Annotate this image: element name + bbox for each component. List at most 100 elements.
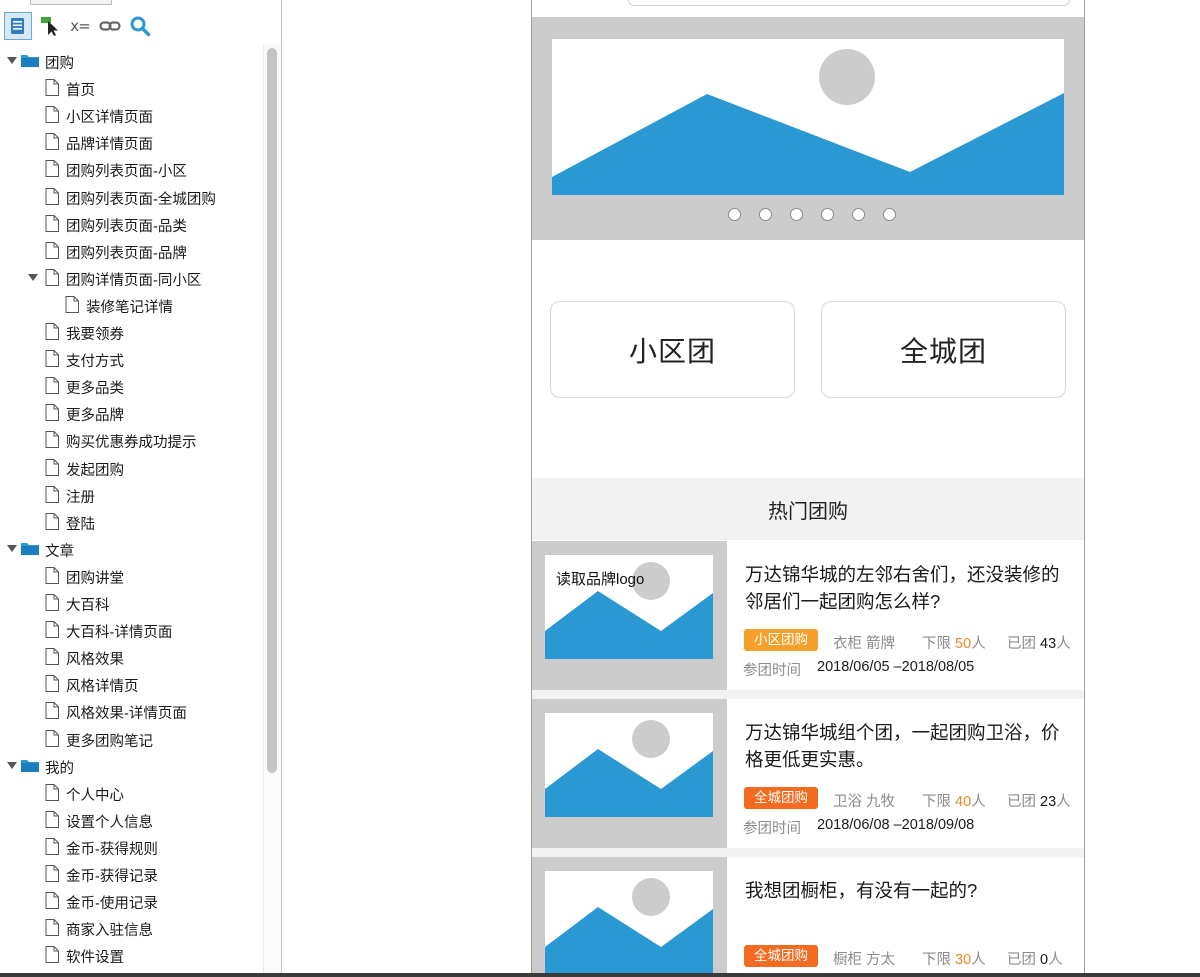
chevron-down-icon[interactable] — [28, 273, 38, 281]
citywide-group-button[interactable]: 全城团 — [821, 301, 1066, 398]
tree-scrollbar[interactable] — [263, 44, 281, 974]
page-icon — [45, 566, 59, 588]
tree-page-label: 小区详情页面 — [66, 110, 153, 127]
search-bar[interactable] — [628, 0, 1070, 6]
page-icon — [45, 160, 59, 181]
carousel-dot[interactable] — [883, 208, 896, 221]
folder-icon — [20, 52, 40, 72]
tree-page-label: 风格详情页 — [66, 679, 139, 696]
tree-page-item[interactable]: 软件设置 — [0, 941, 262, 968]
page-icon — [45, 702, 59, 723]
carousel-dot[interactable] — [852, 208, 865, 221]
carousel-dot[interactable] — [821, 208, 834, 221]
tree-scroll-thumb[interactable] — [267, 48, 277, 773]
card-title: 我想团橱柜，有没有一起的? — [745, 880, 978, 901]
tree-page-label: 商家入驻信息 — [66, 923, 153, 940]
tree-page-item[interactable]: 风格效果-详情页面 — [0, 697, 262, 724]
folder-icon — [20, 757, 40, 777]
carousel-dot[interactable] — [790, 208, 803, 221]
tree-page-item[interactable]: 个人中心 — [0, 779, 262, 806]
carousel-dots — [532, 208, 1084, 222]
tree-folder[interactable]: 我的 — [0, 752, 262, 779]
panel-tab[interactable] — [30, 0, 112, 5]
image-placeholder-icon — [552, 49, 1064, 195]
tree-page-item[interactable]: 支付方式 — [0, 345, 262, 372]
joined-label: 已团 — [1007, 952, 1036, 968]
tree-page-item[interactable]: 更多团购笔记 — [0, 725, 262, 752]
tree-page-item[interactable]: 大百科 — [0, 589, 262, 616]
tree-folder[interactable]: 文章 — [0, 535, 262, 562]
page-icon — [45, 214, 59, 236]
groupbuy-card[interactable]: 万达锦华城组个团，一起团购卫浴，价格更低更实惠。 全城团购 卫浴 九牧 下限 40人已… — [532, 699, 1084, 848]
tree-page-label: 登陆 — [66, 516, 95, 533]
page-icon — [45, 783, 59, 805]
min-unit: 人 — [971, 636, 986, 652]
category-brand-text: 橱柜 方太 — [833, 952, 896, 968]
tree-page-item[interactable]: 金币-获得规则 — [0, 833, 262, 860]
tree-folder-label: 我的 — [45, 760, 74, 777]
page-icon — [45, 919, 59, 940]
tree-page-item[interactable]: 发起团购 — [0, 454, 262, 481]
search-icon[interactable] — [126, 12, 154, 40]
tree-page-item[interactable]: 注册 — [0, 481, 262, 508]
page-icon — [45, 512, 59, 534]
joined-count: 23 — [1040, 794, 1057, 810]
neighborhood-group-button[interactable]: 小区团 — [550, 301, 795, 398]
card-title: 万达锦华城组个团，一起团购卫浴，价格更低更实惠。 — [745, 722, 1060, 770]
tree-page-label: 团购列表页面-小区 — [66, 164, 187, 181]
tree-page-label: 更多品类 — [66, 381, 124, 398]
tree-folder[interactable]: 团购 — [0, 47, 262, 74]
min-people-text: 下限 50人 — [922, 632, 986, 653]
tree-page-item[interactable]: 团购列表页面-品类 — [0, 210, 262, 237]
page-icon — [45, 268, 59, 290]
min-count: 40 — [955, 794, 972, 810]
tree-page-item[interactable]: 我要领券 — [0, 318, 262, 345]
tree-page-label: 购买优惠券成功提示 — [66, 435, 197, 452]
variables-icon[interactable]: x= — [66, 12, 94, 40]
tree-page-item[interactable]: 更多品类 — [0, 372, 262, 399]
groupbuy-card[interactable]: 我想团橱柜，有没有一起的? 全城团购 橱柜 方太 下限 30人 已团 0人 — [532, 857, 1084, 977]
image-placeholder-icon — [545, 871, 713, 975]
chevron-down-icon[interactable] — [7, 544, 17, 552]
chevron-down-icon[interactable] — [7, 57, 17, 64]
tree-page-item[interactable]: 大百科-详情页面 — [0, 616, 262, 643]
tree-page-item[interactable]: 金币-使用记录 — [0, 887, 262, 914]
tree-page-item[interactable]: 更多品牌 — [0, 399, 262, 426]
page-icon — [45, 404, 59, 425]
tree-page-item[interactable]: 首页 — [0, 74, 262, 101]
carousel-dot[interactable] — [759, 208, 772, 221]
tree-page-item[interactable]: 风格效果 — [0, 643, 262, 670]
joined-unit: 人 — [1056, 794, 1071, 810]
tree-page-item[interactable]: 风格详情页 — [0, 670, 262, 697]
page-icon — [45, 187, 59, 209]
page-icon — [45, 241, 59, 263]
tree-page-item[interactable]: 团购详情页面-同小区 — [0, 264, 262, 291]
tree-page-item[interactable]: 团购列表页面-品牌 — [0, 237, 262, 264]
tree-page-item[interactable]: 小区详情页面 — [0, 101, 262, 128]
tree-page-item[interactable]: 团购讲堂 — [0, 562, 262, 589]
tree-page-item[interactable]: 登陆 — [0, 508, 262, 535]
tree-page-label: 大百科-详情页面 — [66, 625, 173, 642]
tree-page-item[interactable]: 品牌详情页面 — [0, 128, 262, 155]
tree-page-item[interactable]: 装修笔记详情 — [0, 291, 262, 318]
chevron-down-icon[interactable] — [7, 761, 17, 769]
link-icon[interactable] — [96, 12, 124, 40]
folder-icon — [20, 540, 40, 560]
carousel-dot[interactable] — [728, 208, 741, 221]
page-icon — [45, 865, 59, 886]
banner-carousel[interactable] — [532, 18, 1084, 240]
tree-page-item[interactable]: 团购列表页面-全城团购 — [0, 183, 262, 210]
page-icon — [45, 594, 59, 615]
tree-page-item[interactable]: 团购列表页面-小区 — [0, 155, 262, 182]
tree-page-item[interactable]: 设置个人信息 — [0, 806, 262, 833]
page-icon — [45, 431, 59, 452]
groupbuy-card[interactable]: 读取品牌logo 万达锦华城的左邻右舍们，还没装修的邻居们一起团购怎么样? 小区团购… — [532, 541, 1084, 690]
page-tree-panel: x= 团购 首页 小区详情页面 品牌详情页面 团购列表页面-小区 团购列表页面-全城团购团… — [0, 0, 282, 977]
tree-page-item[interactable]: 商家入驻信息 — [0, 914, 262, 941]
pages-view-icon[interactable] — [4, 12, 32, 40]
tree-page-label: 团购详情页面-同小区 — [66, 272, 202, 289]
select-pointer-icon[interactable] — [36, 12, 64, 40]
tree-page-item[interactable]: 购买优惠券成功提示 — [0, 426, 262, 453]
tree-page-item[interactable]: 金币-获得记录 — [0, 860, 262, 887]
joined-unit: 人 — [1056, 636, 1071, 652]
